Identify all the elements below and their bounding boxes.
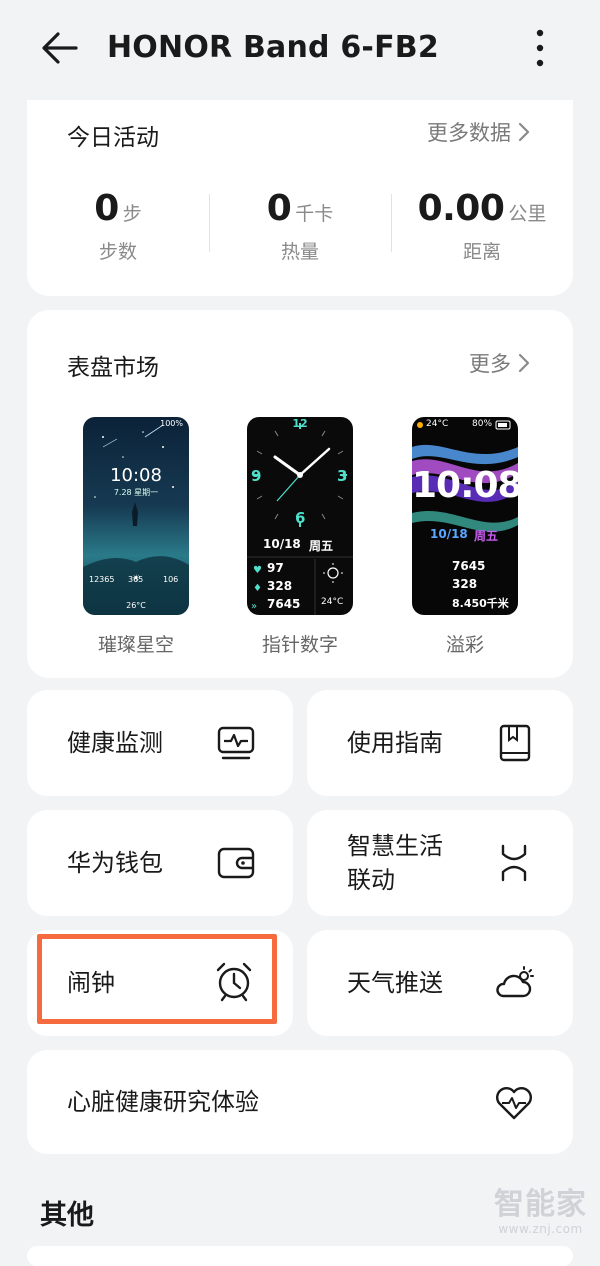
other-section-title: 其他: [40, 1200, 94, 1231]
face1-name: 璀璨星空: [97, 634, 174, 656]
svg-text:»: »: [251, 601, 257, 612]
face1-time: 10:08: [110, 465, 162, 486]
more-options-button[interactable]: [524, 24, 556, 72]
next-card-edge: [27, 1246, 573, 1266]
steps-unit: 步: [122, 203, 142, 225]
huawei-wallet-label: 华为钱包: [67, 849, 163, 877]
face3-steps: 7645: [452, 559, 486, 573]
face1-temp: 26°C: [126, 601, 146, 610]
health-monitor-label: 健康监测: [67, 729, 163, 757]
watch-face-colorful[interactable]: 24°C 80% 10:08 10/18 周五 7645 328 8.450千米: [412, 417, 518, 615]
calories-stat: 0 千卡 热量: [209, 188, 391, 264]
heart-study-label: 心脏健康研究体验: [67, 1088, 259, 1116]
weather-push-label: 天气推送: [347, 969, 443, 997]
smart-life-label-line2: 联动: [347, 866, 395, 894]
more-data-link[interactable]: 更多数据: [427, 117, 531, 147]
steps-value: 0: [94, 188, 119, 229]
face2-calories: 328: [267, 579, 293, 593]
face-more-link[interactable]: 更多: [469, 348, 531, 378]
chevron-right-icon: [518, 353, 530, 373]
heart-pulse-icon: [496, 1087, 532, 1120]
face3-battery: 80%: [472, 419, 493, 429]
weather-push-tile[interactable]: 天气推送: [307, 930, 573, 1036]
face1-heart: 106: [163, 575, 179, 584]
calories-value: 0: [266, 188, 292, 229]
more-vertical-icon: [536, 29, 544, 67]
calories-label: 热量: [280, 241, 319, 263]
distance-value: 0.00: [417, 188, 505, 229]
smart-life-tile[interactable]: 智慧生活 联动: [307, 810, 573, 916]
face1-calories: 365: [128, 575, 144, 584]
heart-study-tile[interactable]: 心脏健康研究体验: [27, 1050, 573, 1154]
face3-date: 10/18: [430, 527, 468, 541]
activity-title: 今日活动: [67, 125, 159, 151]
book-icon: [499, 724, 531, 762]
chevron-right-icon: [518, 122, 530, 142]
face3-time: 10:08: [412, 465, 518, 506]
face2-dial-9: 9: [251, 467, 262, 485]
health-monitor-icon: [217, 726, 255, 760]
huawei-wallet-tile[interactable]: 华为钱包: [27, 810, 293, 916]
back-button[interactable]: [36, 26, 84, 70]
face3-name: 溢彩: [445, 634, 484, 656]
smart-link-icon: [501, 844, 527, 882]
weather-icon: [496, 966, 534, 998]
steps-label: 步数: [98, 241, 137, 263]
watermark-url: www.znj.com: [498, 1222, 583, 1236]
svg-text:♦: ♦: [253, 583, 262, 594]
user-guide-label: 使用指南: [347, 729, 443, 757]
face2-date: 10/18: [263, 537, 301, 551]
today-activity-card[interactable]: 今日活动 更多数据 0步 步数 0 千卡 热量 0.00 公里 距离: [27, 100, 573, 296]
health-monitor-tile[interactable]: 健康监测: [27, 690, 293, 796]
face3-calories: 328: [452, 577, 478, 591]
watch-face-starry[interactable]: ☀ 100% 10:08 7.28 星期一 12365 365 106 26°C: [83, 417, 189, 615]
face1-date: 7.28 星期一: [113, 488, 159, 497]
watch-face-market-card: 表盘市场 更多 ☀ 100% 10:08 7.28 星期一 12365 365 …: [27, 310, 573, 678]
face2-dial-12: 12: [292, 417, 308, 430]
starry-face-graphic: ☀: [83, 417, 189, 615]
wallet-icon: [217, 847, 255, 879]
face2-name: 指针数字: [261, 634, 338, 656]
face2-heart: 97: [267, 561, 284, 575]
back-arrow-icon: [42, 32, 78, 64]
face-more-label: 更多: [469, 352, 511, 376]
app-header: HONOR Band 6-FB2: [0, 0, 600, 96]
steps-stat: 0步 步数: [27, 188, 209, 264]
distance-stat: 0.00 公里 距离: [391, 188, 573, 264]
face2-dial-3: 3: [337, 467, 348, 485]
face2-temp: 24°C: [321, 597, 344, 607]
distance-label: 距离: [462, 241, 501, 263]
more-data-label: 更多数据: [427, 121, 511, 145]
face3-temp: 24°C: [426, 419, 449, 429]
alarm-highlight-box: [37, 934, 277, 1024]
user-guide-tile[interactable]: 使用指南: [307, 690, 573, 796]
face3-distance: 8.450千米: [452, 597, 509, 610]
watermark: 智能家 www.znj.com: [494, 1187, 587, 1237]
smart-life-label-line1: 智慧生活: [347, 832, 443, 860]
watch-face-analog[interactable]: ♥ ♦ » 12 3 6 9 10/18 周五 97 328 7645 24°C: [247, 417, 353, 615]
distance-unit: 公里: [508, 203, 547, 225]
face2-dial-6: 6: [295, 509, 306, 527]
page-title: HONOR Band 6-FB2: [107, 30, 439, 65]
face3-weekday: 周五: [474, 529, 499, 543]
face1-steps: 12365: [89, 575, 115, 584]
watermark-text: 智能家: [494, 1187, 587, 1222]
calories-unit: 千卡: [295, 203, 334, 225]
svg-text:♥: ♥: [253, 565, 262, 576]
face2-weekday: 周五: [309, 539, 334, 553]
face2-steps: 7645: [267, 597, 301, 611]
face1-battery: 100%: [160, 419, 183, 428]
face-market-title: 表盘市场: [67, 355, 159, 381]
